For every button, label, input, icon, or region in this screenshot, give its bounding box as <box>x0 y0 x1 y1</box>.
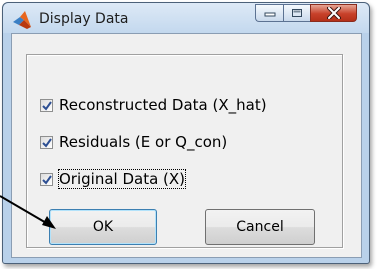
close-icon <box>326 7 341 19</box>
option-residuals[interactable]: Residuals (E or Q_con) <box>40 133 227 151</box>
close-button[interactable] <box>310 4 357 22</box>
reconstructed-data-label: Reconstructed Data (X_hat) <box>59 96 267 114</box>
ok-button[interactable]: OK <box>49 209 157 245</box>
dialog-client-area: Reconstructed Data (X_hat) Residuals (E … <box>11 33 362 258</box>
display-data-window: Display Data Reconstructed Data (X_hat) … <box>2 2 370 264</box>
residuals-label: Residuals (E or Q_con) <box>59 133 228 151</box>
check-mark-icon <box>42 100 52 111</box>
maximize-icon <box>292 9 302 17</box>
reconstructed-data-checkbox[interactable] <box>40 98 53 112</box>
maximize-button[interactable] <box>283 4 310 22</box>
window-title: Display Data <box>39 11 129 27</box>
option-reconstructed-data[interactable]: Reconstructed Data (X_hat) <box>40 96 267 114</box>
original-data-checkbox[interactable] <box>40 172 53 186</box>
title-bar[interactable]: Display Data <box>3 3 369 33</box>
minimize-button[interactable] <box>255 4 283 22</box>
matlab-icon <box>12 10 32 30</box>
residuals-checkbox[interactable] <box>40 135 53 149</box>
check-mark-icon <box>42 174 52 185</box>
cancel-button[interactable]: Cancel <box>205 209 315 245</box>
option-original-data[interactable]: Original Data (X) <box>40 169 187 189</box>
check-mark-icon <box>42 137 52 148</box>
original-data-label: Original Data (X) <box>57 169 187 189</box>
minimize-icon <box>264 12 275 17</box>
